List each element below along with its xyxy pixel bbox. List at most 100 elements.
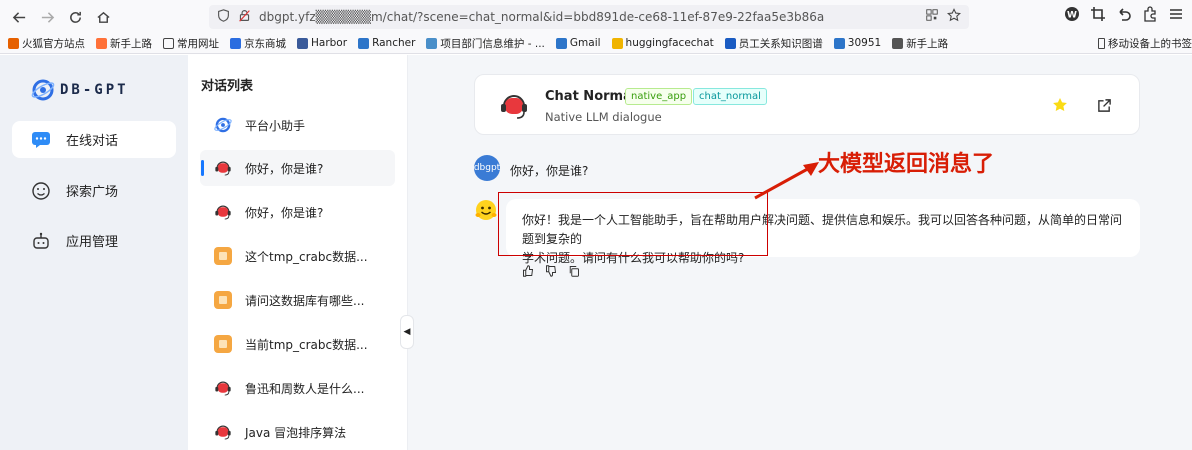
chat-header-card: Chat Normal native_app chat_normal Nativ… <box>474 74 1140 135</box>
chat-app-icon <box>213 422 233 442</box>
annotation-arrow-icon <box>754 162 819 200</box>
database-app-icon <box>213 290 233 310</box>
bookmark-item[interactable]: 火狐官方站点 <box>8 36 85 51</box>
conversation-list-title: 对话列表 <box>201 79 254 94</box>
bookmark-item[interactable]: 京东商城 <box>230 36 286 51</box>
bookmark-favicon-icon <box>163 37 174 49</box>
nav-label: 探索广场 <box>66 185 119 200</box>
conversation-label: 请问这数据库有哪些... <box>245 293 365 308</box>
conversation-label: 你好，你是谁? <box>245 161 324 176</box>
conversation-item[interactable]: 这个tmp_crabc数据... <box>200 238 395 274</box>
nav-item-app-management[interactable]: 应用管理 <box>12 222 176 259</box>
back-icon[interactable] <box>8 6 30 28</box>
bookmarks-bar: 火狐官方站点 新手上路 常用网址 京东商城 Harbor Rancher 项目部门信息维护 … <box>0 33 1192 54</box>
bookmark-label: 30951 <box>847 37 882 49</box>
bot-avatar <box>474 198 498 222</box>
conversation-label: 你好，你是谁? <box>245 205 324 220</box>
bookmark-label: Harbor <box>311 37 348 49</box>
conversation-list: 对话列表 平台小助手你好，你是谁? 你好，你是谁? 这个tmp_crabc数据...… <box>188 55 408 450</box>
bookmark-favicon-icon <box>724 37 736 49</box>
nav-item-explore[interactable]: 探索广场 <box>12 172 176 209</box>
extensions-icon[interactable] <box>1142 6 1158 25</box>
bookmark-item[interactable]: 常用网址 <box>163 36 219 51</box>
bookmark-label: Rancher <box>372 37 416 49</box>
dbgpt-logo-icon <box>31 79 55 101</box>
bookmark-item[interactable]: 新手上路 <box>96 36 152 51</box>
conversation-item[interactable]: 当前tmp_crabc数据... <box>200 326 395 362</box>
conversation-label: 这个tmp_crabc数据... <box>245 249 368 264</box>
bookmark-label: 火狐官方站点 <box>22 37 85 50</box>
bookmark-item[interactable]: Gmail <box>555 37 601 49</box>
url-text[interactable]: dbgpt.yfz▒▒▒▒▒▒m/chat/?scene=chat_normal… <box>259 10 824 24</box>
caret-left-icon: ◀ <box>403 327 411 337</box>
bookmark-item[interactable]: Rancher <box>358 37 415 49</box>
annotation-text: 大模型返回消息了 <box>818 152 995 177</box>
thumbs-up-icon[interactable] <box>521 264 534 277</box>
conversation-item[interactable]: 你好，你是谁? <box>200 150 395 186</box>
conversation-item[interactable]: 你好，你是谁? <box>200 194 395 230</box>
undo-icon[interactable] <box>1116 6 1132 25</box>
shield-icon[interactable] <box>217 9 230 25</box>
nav-label: 在线对话 <box>66 134 119 149</box>
collapse-sidebar-button[interactable]: ◀ <box>400 315 414 349</box>
browser-toolbar: dbgpt.yfz▒▒▒▒▒▒m/chat/?scene=chat_normal… <box>0 0 1192 33</box>
chat-bubble-icon <box>30 129 52 151</box>
bookmark-favicon-icon <box>892 37 904 49</box>
tag-native-app: native_app <box>625 88 693 105</box>
tag-chat-normal: chat_normal <box>693 88 767 105</box>
reload-icon[interactable] <box>64 6 86 28</box>
bookmark-favicon-icon <box>8 37 19 49</box>
bookmark-item[interactable]: 员工关系知识图谱 <box>724 36 823 51</box>
conversation-item[interactable]: Java 冒泡排序算法 <box>200 414 395 450</box>
bookmark-label: Gmail <box>569 37 601 49</box>
forward-icon[interactable] <box>36 6 58 28</box>
chat-title: Chat Normal <box>545 89 637 104</box>
nav-item-online-chat[interactable]: 在线对话 <box>12 121 176 158</box>
conversation-label: Java 冒泡排序算法 <box>245 425 347 440</box>
left-sidebar: DB-GPT 在线对话 探索广场 应用管理 <box>0 55 188 450</box>
crop-icon[interactable] <box>1090 6 1106 25</box>
database-app-icon <box>213 246 233 266</box>
bookmark-item[interactable]: huggingfacechat <box>611 37 714 49</box>
svg-text:W: W <box>1067 11 1077 21</box>
conversation-item[interactable]: 请问这数据库有哪些... <box>200 282 395 318</box>
mobile-bookmarks-label: 移动设备上的书签 <box>1108 38 1192 50</box>
account-w-icon[interactable]: W <box>1064 6 1080 25</box>
user-message: 你好，你是谁? <box>510 164 589 178</box>
menu-icon[interactable] <box>1168 6 1184 25</box>
bookmark-item[interactable]: Harbor <box>297 37 347 49</box>
chat-app-icon <box>213 378 233 398</box>
home-icon[interactable] <box>92 6 114 28</box>
bookmark-item[interactable]: 新手上路 <box>892 36 948 51</box>
chat-subtitle: Native LLM dialogue <box>545 110 662 124</box>
qr-code-icon[interactable] <box>925 8 939 25</box>
share-icon[interactable] <box>1091 92 1117 118</box>
active-indicator <box>201 160 204 176</box>
bookmark-star-icon[interactable] <box>947 8 961 25</box>
user-avatar: dbgpt <box>474 155 500 181</box>
smile-icon <box>30 180 52 202</box>
bookmark-favicon-icon <box>426 37 438 49</box>
conversation-label: 平台小助手 <box>245 118 306 133</box>
bookmark-favicon-icon <box>611 37 623 49</box>
thumbs-down-icon[interactable] <box>544 264 557 277</box>
copy-icon[interactable] <box>567 264 580 277</box>
assistant-logo-icon <box>213 115 233 135</box>
mobile-device-icon <box>1098 38 1105 49</box>
favorite-star-icon[interactable] <box>1047 92 1073 118</box>
conversation-item[interactable]: 平台小助手 <box>200 107 395 143</box>
conversation-label: 当前tmp_crabc数据... <box>245 337 368 352</box>
bookmark-label: 京东商城 <box>244 37 286 50</box>
conversation-item[interactable]: 鲁迅和周数人是什么... <box>200 370 395 406</box>
bookmark-favicon-icon <box>358 37 370 49</box>
mobile-bookmarks[interactable]: 移动设备上的书签 <box>1094 36 1192 51</box>
database-app-icon <box>213 334 233 354</box>
app-logo[interactable]: DB-GPT <box>30 77 129 103</box>
bookmark-favicon-icon <box>96 37 107 49</box>
bookmark-favicon-icon <box>555 37 567 49</box>
address-bar[interactable]: dbgpt.yfz▒▒▒▒▒▒m/chat/?scene=chat_normal… <box>209 5 969 29</box>
bookmark-item[interactable]: 项目部门信息维护 - ... <box>426 36 545 51</box>
bookmark-item[interactable]: 30951 <box>833 37 882 49</box>
lock-insecure-icon[interactable] <box>238 9 251 25</box>
bookmark-label: 常用网址 <box>177 37 219 50</box>
